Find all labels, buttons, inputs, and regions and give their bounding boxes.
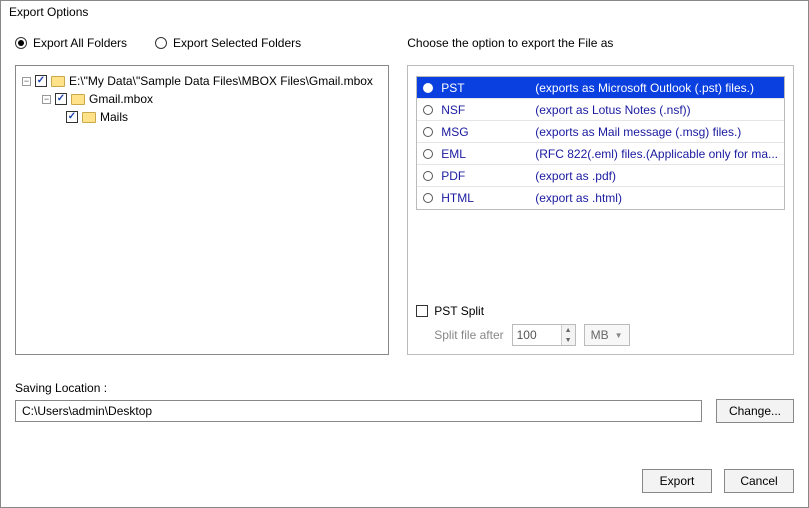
format-option-pst[interactable]: PST (exports as Microsoft Outlook (.pst) … bbox=[417, 77, 784, 99]
folder-icon bbox=[71, 94, 85, 105]
tree-checkbox[interactable] bbox=[55, 93, 67, 105]
split-value-stepper[interactable]: ▲ ▼ bbox=[512, 324, 576, 346]
format-name: HTML bbox=[441, 191, 527, 205]
format-name: PDF bbox=[441, 169, 527, 183]
format-option-nsf[interactable]: NSF (export as Lotus Notes (.nsf)) bbox=[417, 99, 784, 121]
tree-leaf-row[interactable]: Mails bbox=[22, 108, 382, 126]
format-desc: (exports as Mail message (.msg) files.) bbox=[535, 125, 784, 139]
stepper-up-icon[interactable]: ▲ bbox=[562, 325, 575, 335]
cancel-button[interactable]: Cancel bbox=[724, 469, 794, 493]
format-desc: (export as Lotus Notes (.nsf)) bbox=[535, 103, 784, 117]
tree-root-row[interactable]: − E:\"My Data\"Sample Data Files\MBOX Fi… bbox=[22, 72, 382, 90]
format-option-msg[interactable]: MSG (exports as Mail message (.msg) files… bbox=[417, 121, 784, 143]
split-field-label: Split file after bbox=[434, 328, 503, 342]
tree-node-label: Gmail.mbox bbox=[89, 92, 153, 106]
saving-location-label: Saving Location : bbox=[15, 381, 794, 395]
folder-tree[interactable]: − E:\"My Data\"Sample Data Files\MBOX Fi… bbox=[15, 65, 389, 355]
format-desc: (exports as Microsoft Outlook (.pst) fil… bbox=[535, 81, 784, 95]
format-desc: (RFC 822(.eml) files.(Applicable only fo… bbox=[535, 147, 784, 161]
saving-location-input[interactable] bbox=[15, 400, 702, 422]
folder-icon bbox=[82, 112, 96, 123]
format-option-eml[interactable]: EML (RFC 822(.eml) files.(Applicable only… bbox=[417, 143, 784, 165]
tree-node-label: E:\"My Data\"Sample Data Files\MBOX File… bbox=[69, 74, 373, 88]
collapse-icon[interactable]: − bbox=[22, 77, 31, 86]
radio-icon bbox=[15, 37, 27, 49]
pst-split-checkbox[interactable] bbox=[416, 305, 428, 317]
tree-child-row[interactable]: − Gmail.mbox bbox=[22, 90, 382, 108]
pst-split-label: PST Split bbox=[434, 304, 484, 318]
radio-icon bbox=[423, 127, 433, 137]
radio-icon bbox=[423, 105, 433, 115]
split-unit-value: MB bbox=[591, 328, 609, 342]
window-title: Export Options bbox=[1, 1, 808, 23]
tree-checkbox[interactable] bbox=[35, 75, 47, 87]
format-name: EML bbox=[441, 147, 527, 161]
split-value-input[interactable] bbox=[513, 325, 561, 345]
format-list: PST (exports as Microsoft Outlook (.pst) … bbox=[416, 76, 785, 210]
export-selected-radio[interactable]: Export Selected Folders bbox=[155, 36, 301, 50]
export-button[interactable]: Export bbox=[642, 469, 712, 493]
chevron-down-icon: ▼ bbox=[615, 331, 623, 340]
folder-icon bbox=[51, 76, 65, 87]
export-selected-label: Export Selected Folders bbox=[173, 36, 301, 50]
radio-icon bbox=[423, 83, 433, 93]
export-all-label: Export All Folders bbox=[33, 36, 127, 50]
tree-checkbox[interactable] bbox=[66, 111, 78, 123]
format-header: Choose the option to export the File as bbox=[407, 31, 794, 55]
collapse-icon[interactable]: − bbox=[42, 95, 51, 104]
format-name: MSG bbox=[441, 125, 527, 139]
stepper-down-icon[interactable]: ▼ bbox=[562, 335, 575, 345]
radio-icon bbox=[423, 171, 433, 181]
change-button[interactable]: Change... bbox=[716, 399, 794, 423]
format-option-html[interactable]: HTML (export as .html) bbox=[417, 187, 784, 209]
export-scope-group: Export All Folders Export Selected Folde… bbox=[15, 31, 389, 55]
format-desc: (export as .html) bbox=[535, 191, 784, 205]
format-panel: PST (exports as Microsoft Outlook (.pst) … bbox=[407, 65, 794, 355]
split-unit-select[interactable]: MB ▼ bbox=[584, 324, 630, 346]
radio-icon bbox=[155, 37, 167, 49]
format-name: NSF bbox=[441, 103, 527, 117]
export-all-radio[interactable]: Export All Folders bbox=[15, 36, 127, 50]
tree-node-label: Mails bbox=[100, 110, 128, 124]
format-option-pdf[interactable]: PDF (export as .pdf) bbox=[417, 165, 784, 187]
format-name: PST bbox=[441, 81, 527, 95]
radio-icon bbox=[423, 193, 433, 203]
format-desc: (export as .pdf) bbox=[535, 169, 784, 183]
radio-icon bbox=[423, 149, 433, 159]
